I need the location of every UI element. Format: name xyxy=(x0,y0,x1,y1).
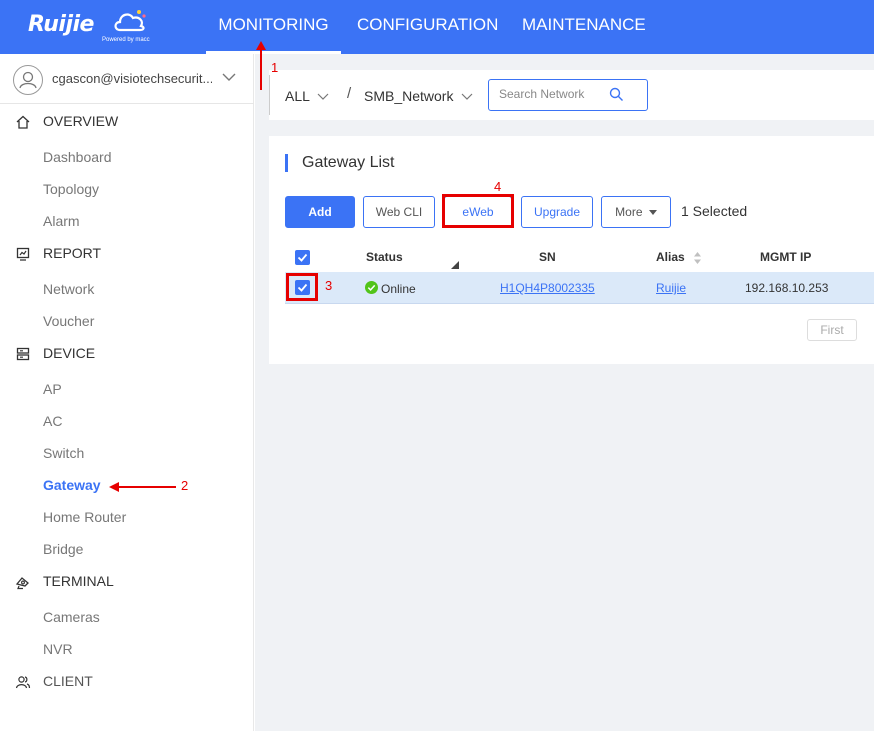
sidebar-section-report[interactable]: REPORT xyxy=(0,239,254,269)
brand-name: Ruijie xyxy=(28,12,94,37)
sidebar-section-device[interactable]: DEVICE xyxy=(0,339,254,369)
tab-maintenance[interactable]: MAINTENANCE xyxy=(522,0,646,54)
annotation-number-4: 4 xyxy=(494,179,502,194)
chevron-down-icon[interactable] xyxy=(222,70,236,84)
main-content: ALL / SMB_Network Gateway List Add Web C… xyxy=(255,54,874,731)
add-button[interactable]: Add xyxy=(285,196,355,228)
resize-corner-icon xyxy=(451,261,459,269)
column-header-alias[interactable]: Alias xyxy=(656,250,685,264)
annotation-number-1: 1 xyxy=(271,60,279,75)
cloud-logo-icon xyxy=(114,10,146,32)
arrow-left-icon xyxy=(109,482,176,492)
panel-title: Gateway List xyxy=(285,154,394,172)
annotation-box-checkbox xyxy=(286,273,318,301)
network-label: SMB_Network xyxy=(364,88,454,104)
terminal-icon xyxy=(15,577,29,590)
sidebar-section-label: OVERVIEW xyxy=(43,113,119,129)
sidebar-section-overview[interactable]: OVERVIEW xyxy=(0,107,254,137)
sidebar-item-ac[interactable]: AC xyxy=(43,413,62,429)
scope-label: ALL xyxy=(285,88,310,104)
network-dropdown[interactable]: SMB_Network xyxy=(364,88,473,104)
tab-monitoring[interactable]: MONITORING xyxy=(206,0,341,54)
table-row[interactable]: Online H1QH4P8002335 Ruijie 192.168.10.2… xyxy=(285,272,874,304)
annotation-box-eweb xyxy=(442,194,514,228)
tab-configuration[interactable]: CONFIGURATION xyxy=(357,0,498,54)
more-button[interactable]: More xyxy=(601,196,671,228)
table-header: Status SN Alias MGMT IP xyxy=(285,244,874,272)
column-header-sn[interactable]: SN xyxy=(539,250,556,264)
breadcrumb-separator: / xyxy=(347,85,352,102)
sort-icon[interactable] xyxy=(693,251,702,265)
network-filter-bar: ALL / SMB_Network xyxy=(269,70,874,120)
divider xyxy=(269,75,270,115)
alias-link[interactable]: Ruijie xyxy=(656,281,686,295)
sidebar-item-network[interactable]: Network xyxy=(43,281,94,297)
scope-dropdown[interactable]: ALL xyxy=(285,88,329,104)
user-icon xyxy=(19,71,37,89)
account-email: cgascon@visiotechsecurit... xyxy=(52,71,212,86)
account-selector[interactable]: cgascon@visiotechsecurit... xyxy=(0,54,254,104)
device-icon xyxy=(16,347,30,361)
sidebar-section-client[interactable]: CLIENT xyxy=(0,667,254,697)
chevron-down-icon xyxy=(317,93,329,100)
chevron-down-icon xyxy=(461,93,473,100)
sidebar-section-label: REPORT xyxy=(43,245,102,261)
sidebar-item-bridge[interactable]: Bridge xyxy=(43,541,83,557)
mgmt-ip-value: 192.168.10.253 xyxy=(745,281,829,295)
sidebar-item-voucher[interactable]: Voucher xyxy=(43,313,94,329)
column-header-status[interactable]: Status xyxy=(366,250,403,264)
annotation-number-2: 2 xyxy=(181,478,189,493)
caret-down-icon xyxy=(648,210,657,215)
web-cli-button[interactable]: Web CLI xyxy=(363,196,435,228)
sidebar-item-alarm[interactable]: Alarm xyxy=(43,213,80,229)
gateway-list-panel: Gateway List Add Web CLI eWeb Upgrade Mo… xyxy=(269,136,874,364)
status-value: Online xyxy=(381,282,416,296)
column-header-mgmt-ip[interactable]: MGMT IP xyxy=(760,250,811,264)
search-network-box[interactable] xyxy=(488,79,648,111)
upgrade-button[interactable]: Upgrade xyxy=(521,196,593,228)
more-label: More xyxy=(615,205,643,219)
online-status-icon xyxy=(365,281,378,294)
home-icon xyxy=(16,115,30,129)
sidebar-section-label: DEVICE xyxy=(43,345,96,361)
pagination-first-button[interactable]: First xyxy=(807,319,857,341)
ruijie-logo: Ruijie Powered by macc xyxy=(28,6,158,46)
sidebar-item-nvr[interactable]: NVR xyxy=(43,641,73,657)
arrow-up-icon xyxy=(256,41,266,90)
sidebar-item-topology[interactable]: Topology xyxy=(43,181,99,197)
checkmark-icon xyxy=(297,253,308,262)
top-navigation-bar: Ruijie Powered by macc MONITORING CONFIG… xyxy=(0,0,874,54)
sidebar-item-gateway[interactable]: Gateway xyxy=(43,477,101,493)
search-icon[interactable] xyxy=(609,87,624,102)
sidebar-item-ap[interactable]: AP xyxy=(43,381,62,397)
sidebar-item-cameras[interactable]: Cameras xyxy=(43,609,100,625)
selected-count: 1 Selected xyxy=(681,203,748,219)
sidebar-section-label: TERMINAL xyxy=(43,573,114,589)
sidebar-item-home-router[interactable]: Home Router xyxy=(43,509,126,525)
client-icon xyxy=(15,676,31,689)
sidebar-section-label: CLIENT xyxy=(43,673,93,689)
sidebar: cgascon@visiotechsecurit... OVERVIEW Das… xyxy=(0,54,254,731)
checkmark-icon xyxy=(367,284,376,291)
report-icon xyxy=(16,247,30,261)
annotation-number-3: 3 xyxy=(325,278,333,293)
search-input[interactable] xyxy=(499,87,609,101)
sidebar-section-terminal[interactable]: TERMINAL xyxy=(0,567,254,597)
select-all-checkbox[interactable] xyxy=(295,250,310,265)
brand-tagline: Powered by macc xyxy=(102,37,150,43)
avatar xyxy=(13,65,43,95)
sn-link[interactable]: H1QH4P8002335 xyxy=(500,281,595,295)
sidebar-item-switch[interactable]: Switch xyxy=(43,445,84,461)
sidebar-item-dashboard[interactable]: Dashboard xyxy=(43,149,112,165)
